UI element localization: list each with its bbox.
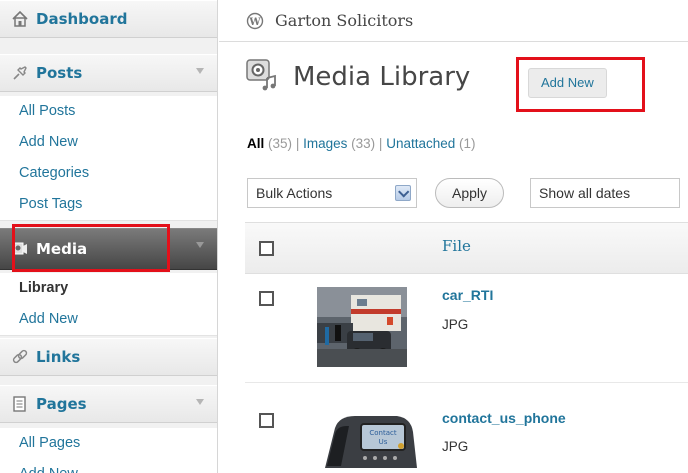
media-icon — [10, 239, 30, 259]
media-title-link[interactable]: contact_us_phone — [442, 410, 566, 426]
submenu-all-posts[interactable]: All Posts — [0, 96, 217, 127]
pushpin-icon — [10, 63, 30, 83]
site-header: W Garton Solicitors — [219, 0, 688, 42]
svg-text:W: W — [248, 17, 261, 28]
media-title-link[interactable]: car_RTI — [442, 287, 493, 303]
row-checkbox[interactable] — [259, 291, 274, 306]
submenu-library[interactable]: Library — [0, 273, 217, 304]
add-new-button[interactable]: Add New — [528, 68, 607, 98]
svg-text:Contact: Contact — [369, 429, 396, 437]
media-filter-links: All (35) | Images (33) | Unattached (1) — [247, 136, 476, 151]
media-library-icon — [245, 56, 279, 97]
page-title-area: Media Library — [245, 56, 470, 97]
chain-link-icon — [10, 347, 30, 367]
media-submenu: Library Add New — [0, 273, 217, 336]
menu-media[interactable]: Media — [0, 228, 217, 270]
filter-images-count: (33) — [351, 136, 376, 151]
menu-dashboard[interactable]: Dashboard — [0, 0, 217, 38]
menu-links-label: Links — [36, 348, 81, 366]
filter-images[interactable]: Images — [303, 136, 347, 151]
filter-separator: | — [295, 136, 300, 151]
table-nav: Bulk Actions Apply Show all dates — [247, 176, 681, 210]
admin-sidebar: Dashboard Posts All Posts Add New Catego… — [0, 0, 218, 473]
date-filter-value: Show all dates — [539, 185, 631, 201]
filter-separator: | — [378, 136, 383, 151]
media-file-type: JPG — [442, 439, 469, 454]
dashboard-house-icon — [10, 9, 30, 29]
menu-pages[interactable]: Pages — [0, 385, 217, 423]
svg-text:Us: Us — [379, 438, 388, 446]
submenu-add-new-page[interactable]: Add New — [0, 459, 217, 473]
collapse-arrow-icon[interactable] — [196, 242, 204, 248]
table-header: File — [245, 222, 688, 274]
select-all-checkbox[interactable] — [259, 241, 274, 256]
filter-all[interactable]: All — [247, 136, 264, 151]
main-content: W Garton Solicitors Media Library Add Ne… — [219, 0, 688, 473]
filter-all-count: (35) — [268, 136, 293, 151]
date-filter-select[interactable]: Show all dates — [530, 178, 681, 208]
menu-media-label: Media — [36, 240, 88, 258]
pages-icon — [10, 394, 30, 414]
page-title: Media Library — [293, 61, 471, 92]
office-phone-thumbnail[interactable]: Contact Us — [305, 408, 421, 473]
table-row: car_RTI JPG — [245, 275, 688, 383]
submenu-add-new-post[interactable]: Add New — [0, 127, 217, 158]
bulk-actions-select[interactable]: Bulk Actions — [247, 178, 417, 208]
menu-posts-label: Posts — [36, 64, 83, 82]
filter-unattached-count: (1) — [459, 136, 476, 151]
menu-pages-label: Pages — [36, 395, 87, 413]
submenu-post-tags[interactable]: Post Tags — [0, 189, 217, 220]
site-name[interactable]: Garton Solicitors — [275, 11, 413, 30]
submenu-all-pages[interactable]: All Pages — [0, 428, 217, 459]
pages-submenu: All Pages Add New — [0, 428, 217, 473]
collapse-arrow-icon[interactable] — [196, 68, 204, 74]
filter-unattached[interactable]: Unattached — [386, 136, 455, 151]
ambulance-crash-thumbnail[interactable] — [317, 287, 407, 367]
menu-links[interactable]: Links — [0, 338, 217, 376]
collapse-arrow-icon[interactable] — [196, 399, 204, 405]
bulk-actions-value: Bulk Actions — [256, 185, 333, 201]
menu-posts[interactable]: Posts — [0, 54, 217, 92]
posts-submenu: All Posts Add New Categories Post Tags — [0, 96, 217, 221]
wordpress-logo-icon[interactable]: W — [245, 11, 265, 31]
chevron-down-icon[interactable] — [395, 185, 411, 201]
submenu-categories[interactable]: Categories — [0, 158, 217, 189]
apply-button[interactable]: Apply — [435, 178, 505, 208]
row-checkbox[interactable] — [259, 413, 274, 428]
media-file-type: JPG — [442, 317, 469, 332]
menu-dashboard-label: Dashboard — [36, 10, 128, 28]
column-header-file[interactable]: File — [442, 237, 471, 255]
table-row: Contact Us contact_us_phone JPG — [245, 384, 688, 473]
submenu-add-new-media[interactable]: Add New — [0, 304, 217, 335]
